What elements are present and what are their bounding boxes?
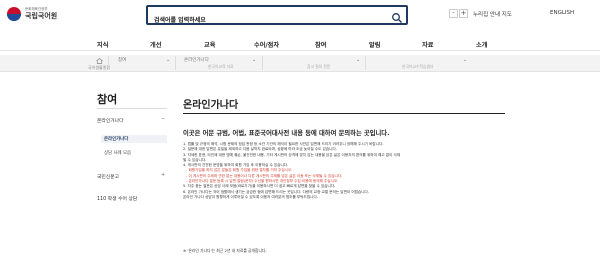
sidebar-item-online-ganada[interactable]: 온라인가나다 bbox=[97, 117, 123, 124]
breadcrumb-divider bbox=[365, 56, 366, 70]
chevron-down-icon[interactable]: ⌄ bbox=[356, 57, 360, 63]
sidebar-subitem-cases[interactable]: 상담 사례 모음 bbox=[104, 150, 131, 156]
breadcrumb-divider bbox=[175, 56, 176, 70]
chevron-down-icon[interactable]: ⌄ bbox=[463, 57, 467, 63]
page-title: 온라인가나다 bbox=[183, 100, 239, 111]
search-icon bbox=[392, 13, 402, 23]
search-button[interactable] bbox=[391, 9, 403, 23]
site-header: 문화체육관광부 국립국어원 - + 누리집 안내 지도 ENGLISH bbox=[0, 0, 600, 33]
breadcrumb-home[interactable]: 국어생활종합 bbox=[88, 58, 110, 70]
breadcrumb-level4-sub: 한국어교수학습샘터 bbox=[402, 64, 434, 69]
guide-notes: 1. 법률 및 규정의 해석, 시험 문제의 정답 판정 등 소관 기관의 해석… bbox=[183, 142, 505, 200]
chevron-down-icon[interactable]: ⌄ bbox=[166, 57, 170, 63]
sidebar-title: 참여 bbox=[97, 93, 118, 106]
zoom-controls: - + bbox=[449, 9, 469, 18]
nav-knowledge[interactable]: 지식 bbox=[97, 40, 108, 49]
breadcrumb-divider bbox=[262, 56, 263, 70]
taegeuk-logo-icon bbox=[7, 7, 21, 21]
logo-title: 국립국어원 bbox=[25, 11, 58, 20]
nav-education[interactable]: 교육 bbox=[204, 40, 215, 49]
breadcrumb-level1[interactable]: 참여 bbox=[118, 57, 126, 63]
guide-note: 온라인 가나다 상담이 원활하게 이루어질 수 있도록 이용자 여러분의 협조를… bbox=[183, 194, 318, 199]
breadcrumb: 국어생활종합 참여 ⌄ 온라인가나다 한국어교육 자료 ⌄ 참고 질의 전문 ⌄… bbox=[0, 55, 600, 72]
title-divider bbox=[183, 113, 505, 114]
expand-icon[interactable]: + bbox=[161, 172, 165, 178]
intro-text: 이곳은 어문 규범, 어법, 표준국어대사전 내용 등에 대하여 문의하는 곳입… bbox=[183, 130, 390, 137]
site-logo[interactable]: 문화체육관광부 국립국어원 bbox=[7, 7, 57, 21]
breadcrumb-level2-sub: 한국어교육 자료 bbox=[208, 64, 234, 69]
home-icon bbox=[95, 58, 103, 64]
nav-notice[interactable]: 알림 bbox=[369, 40, 380, 49]
nav-improvement[interactable]: 개선 bbox=[150, 40, 161, 49]
site-guide-link[interactable]: 누리집 안내 지도 bbox=[473, 10, 512, 18]
sidebar-divider bbox=[97, 108, 167, 109]
zoom-out-button[interactable]: - bbox=[449, 9, 458, 18]
search-input[interactable] bbox=[148, 12, 384, 29]
nav-about[interactable]: 소개 bbox=[476, 40, 487, 49]
nav-participation[interactable]: 참여 bbox=[315, 40, 326, 49]
breadcrumb-level3-sub: 참고 질의 전문 bbox=[307, 64, 331, 69]
main-navigation: 지식 개선 교육 수어/점자 참여 알림 자료 소개 bbox=[0, 38, 600, 51]
disclosure-note: ※ '온라인 가나다'는 최근 2년 내 자료를 공개합니다. bbox=[183, 248, 267, 253]
breadcrumb-level2[interactable]: 온라인가나다 bbox=[184, 57, 209, 63]
chevron-down-icon[interactable]: ⌄ bbox=[252, 57, 256, 63]
nav-resources[interactable]: 자료 bbox=[422, 40, 433, 49]
nav-sign-braille[interactable]: 수어/점자 bbox=[254, 40, 279, 49]
english-link[interactable]: ENGLISH bbox=[550, 10, 574, 16]
breadcrumb-home-sub: 국어생활종합 bbox=[88, 65, 111, 70]
search-box bbox=[146, 5, 408, 29]
collapse-icon[interactable]: − bbox=[161, 116, 165, 122]
sidebar-subitem-online-ganada[interactable]: 온라인가나다 bbox=[101, 135, 167, 143]
zoom-in-button[interactable]: + bbox=[459, 9, 468, 18]
breadcrumb-divider bbox=[108, 56, 109, 70]
sidebar-item-sinmungo[interactable]: 국민신문고 bbox=[97, 173, 119, 180]
sidebar-item-sign-counsel[interactable]: 110 학생 수어 상담 bbox=[97, 195, 137, 202]
